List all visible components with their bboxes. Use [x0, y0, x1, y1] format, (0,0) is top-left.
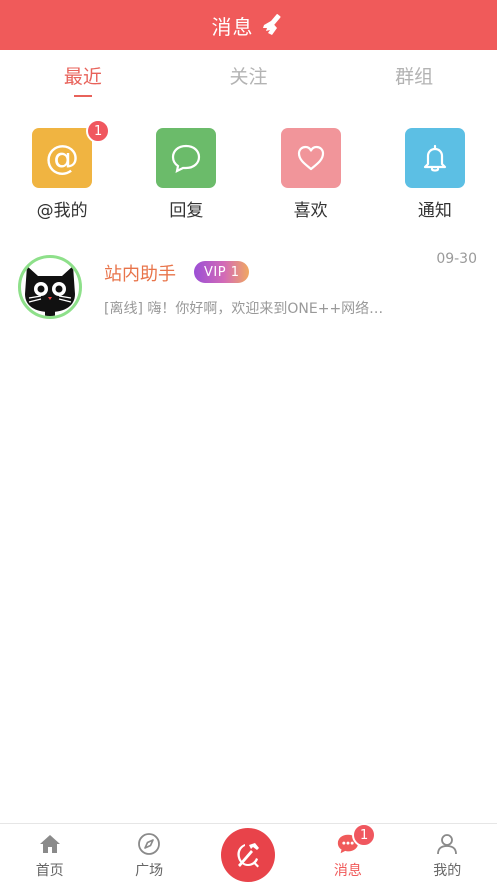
- quick-label: 喜欢: [293, 201, 328, 221]
- bell-icon: [404, 128, 465, 188]
- nav-home[interactable]: 首页: [0, 824, 99, 883]
- contact-name: 站内助手: [104, 264, 176, 285]
- bottom-nav: 首页 广场 1 消息 我的: [0, 823, 497, 883]
- tab-label: 关注: [229, 66, 268, 88]
- nav-label: 我的: [433, 863, 462, 879]
- avatar[interactable]: [18, 255, 82, 319]
- quick-label: @我的: [36, 201, 88, 221]
- quick-label: 回复: [169, 201, 204, 221]
- conversation-item[interactable]: 站内助手 VIP 1 09-30 [离线] 嗨！你好啊，欢迎来到ONE++网络…: [0, 250, 497, 330]
- message-time: 09-30: [436, 251, 477, 267]
- nav-messages[interactable]: 1 消息: [298, 823, 397, 883]
- quick-label: 通知: [417, 201, 452, 221]
- nav-plaza[interactable]: 广场: [99, 824, 198, 883]
- tab-following[interactable]: 关注: [166, 50, 332, 102]
- user-icon: [435, 832, 459, 856]
- heart-icon: [280, 128, 341, 188]
- hammer-sickle-icon: [221, 828, 276, 882]
- nav-label: 广场: [135, 863, 164, 879]
- home-icon: [38, 832, 62, 856]
- tab-groups[interactable]: 群组: [331, 50, 497, 102]
- quick-entries: @ 1 @我的 回复 喜欢 通知: [0, 119, 497, 228]
- nav-unread-badge: 1: [352, 823, 377, 847]
- quick-replies[interactable]: 回复: [124, 128, 248, 228]
- cat-avatar-icon: [25, 266, 75, 316]
- broom-icon[interactable]: [260, 12, 286, 38]
- nav-center[interactable]: [199, 824, 298, 883]
- quick-likes[interactable]: 喜欢: [249, 128, 373, 228]
- quick-notifications[interactable]: 通知: [373, 128, 497, 228]
- nav-label: 消息: [333, 863, 362, 879]
- message-tabs: 最近 关注 群组: [0, 50, 497, 102]
- tab-label: 最近: [63, 66, 102, 88]
- tab-recent[interactable]: 最近: [0, 50, 166, 102]
- chat-bubble-icon: [156, 128, 217, 188]
- nav-mine[interactable]: 我的: [398, 824, 497, 883]
- at-icon: @ 1: [32, 119, 111, 188]
- quick-at-me[interactable]: @ 1 @我的: [0, 119, 124, 228]
- tab-underline: [73, 95, 92, 97]
- message-preview: [离线] 嗨！你好啊，欢迎来到ONE++网络…: [104, 301, 384, 317]
- tab-label: 群组: [395, 66, 434, 88]
- compass-icon: [137, 832, 161, 856]
- top-bar: 消息: [0, 0, 497, 50]
- vip-badge: VIP 1: [194, 261, 250, 283]
- nav-label: 首页: [35, 863, 64, 879]
- page-title: 消息: [211, 14, 254, 39]
- unread-badge: 1: [86, 119, 111, 143]
